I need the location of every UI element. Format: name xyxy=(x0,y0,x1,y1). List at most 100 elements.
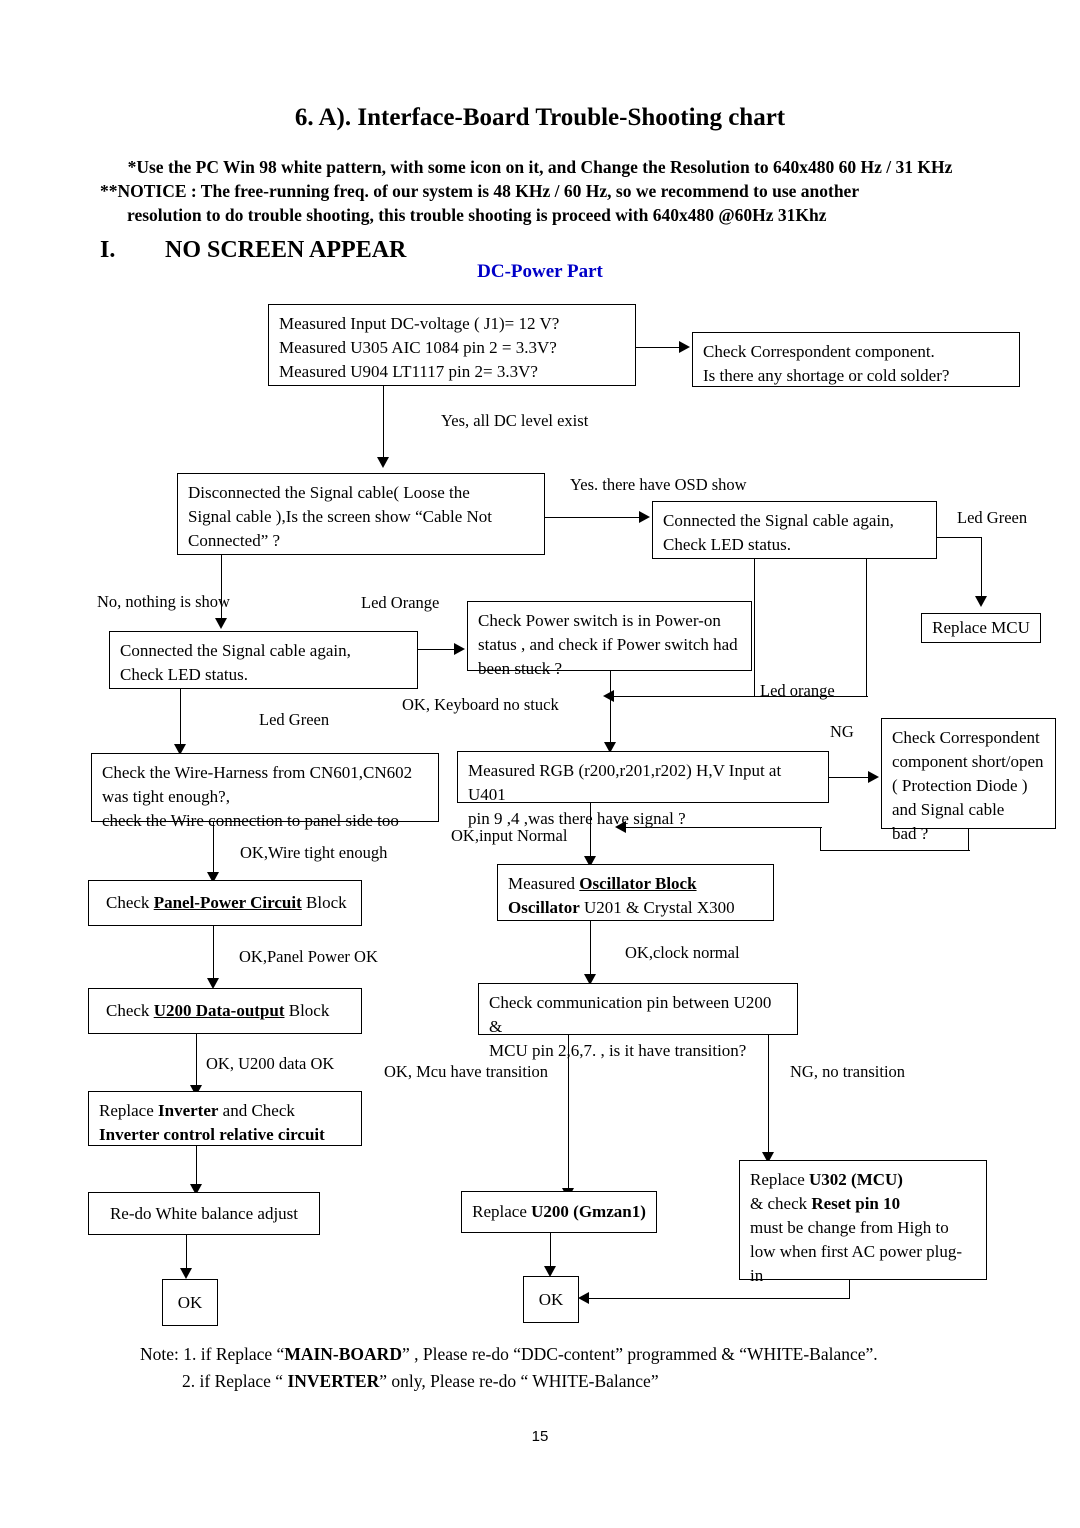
measured-input-line-2: Measured U305 AIC 1084 pin 2 = 3.3V? xyxy=(279,338,557,357)
replace-u302-line-4: low when first AC power plug- xyxy=(750,1242,963,1261)
label-ok-keyboard: OK, Keyboard no stuck xyxy=(402,695,559,714)
measured-input-line-3: Measured U904 LT1117 pin 2= 3.3V? xyxy=(279,362,538,381)
label-yes-osd: Yes. there have OSD show xyxy=(570,475,747,494)
replace-u302-line-2-prefix: & check xyxy=(750,1194,812,1213)
label-led-orange-top: Led Orange xyxy=(361,593,440,612)
connector-connect-right-to-mcu xyxy=(937,537,982,538)
box-check-power-switch: Check Power switch is in Power-on status… xyxy=(467,601,752,678)
box-replace-mcu: Replace MCU xyxy=(921,613,1041,643)
check-correspondent-line-2: Is there any shortage or cold solder? xyxy=(703,366,950,385)
connector-connect-left-to-wire xyxy=(180,689,181,749)
box-redo-white-balance: Re-do White balance adjust xyxy=(88,1192,320,1235)
arrow-input-to-correspondent xyxy=(679,341,690,353)
replace-u302-line-1-emphasis: U302 (MCU) xyxy=(809,1170,903,1189)
connect-again-left-line-1: Connected the Signal cable again, xyxy=(120,641,351,660)
check-panel-power-text: Check Panel-Power Circuit Block xyxy=(106,891,347,915)
label-ok-input-normal: OK,input Normal xyxy=(451,826,568,845)
check-u200-data-suffix: Block xyxy=(284,1001,330,1020)
replace-inverter-line-1-emphasis: Inverter xyxy=(158,1101,219,1120)
disconnect-signal-line-1: Disconnected the Signal cable( Loose the xyxy=(188,483,470,502)
check-u200-data-emphasis: U200 Data-output xyxy=(153,1001,285,1020)
arrow-white-balance-to-ok xyxy=(180,1268,192,1279)
replace-inverter-line-2-emphasis: Inverter control relative circuit xyxy=(99,1125,325,1144)
box-measured-oscillator: Measured Oscillator Block Oscillator U20… xyxy=(497,864,774,921)
replace-inverter-line-1-prefix: Replace xyxy=(99,1101,158,1120)
section-number: I. xyxy=(100,237,116,263)
footer-note-2c: ” only, Please re-do “ WHITE-Balance” xyxy=(379,1371,659,1391)
label-ok-u200-data: OK, U200 data OK xyxy=(206,1054,335,1073)
connector-disconnect-to-connect-right xyxy=(545,517,640,518)
ok-left-label: OK xyxy=(177,1292,203,1312)
check-correspondent-short-line-3: ( Protection Diode ) xyxy=(892,776,1028,795)
connector-connect-right-to-mcu-down xyxy=(981,537,982,601)
footer-note-1c: ” , Please re-do “DDC-content” programme… xyxy=(401,1344,878,1364)
disconnect-signal-line-3: Connected” ? xyxy=(188,531,281,550)
measured-oscillator-line-1: Measured Oscillator Block xyxy=(508,872,764,896)
label-ok-clock-normal: OK,clock normal xyxy=(625,943,740,962)
connector-input-to-correspondent xyxy=(636,347,680,348)
box-measured-rgb: Measured RGB (r200,r201,r202) H,V Input … xyxy=(457,751,829,828)
footer-note-line-1: Note: 1. if Replace “MAIN-BOARD” , Pleas… xyxy=(140,1344,878,1364)
label-led-green-right: Led Green xyxy=(957,508,1028,527)
footer-note-2a: 2. if Replace “ xyxy=(182,1371,288,1391)
box-replace-u200: Replace U200 (Gmzan1) xyxy=(461,1191,657,1233)
subsection-heading-label: DC-Power Part xyxy=(477,261,603,282)
check-wire-harness-line-1: Check the Wire-Harness from CN601,CN602 xyxy=(102,763,413,782)
check-correspondent-short-line-5: bad ? xyxy=(892,824,929,843)
box-disconnect-signal: Disconnected the Signal cable( Loose the… xyxy=(177,473,545,555)
measured-input-line-1: Measured Input DC-voltage ( J1)= 12 V? xyxy=(279,314,560,333)
check-panel-power-emphasis: Panel-Power Circuit xyxy=(153,893,302,912)
measured-oscillator-line-2-emphasis: Oscillator xyxy=(508,898,580,917)
replace-u302-line-1-prefix: Replace xyxy=(750,1170,809,1189)
connector-rgb-to-correspondent-short xyxy=(829,777,869,778)
label-no-nothing: No, nothing is show xyxy=(97,592,230,611)
connector-power-switch-to-rgb xyxy=(610,671,611,747)
arrow-disconnect-to-connect-right xyxy=(639,511,650,523)
box-check-correspondent-short: Check Correspondent component short/open… xyxy=(881,718,1056,843)
check-communication-line-1: Check communication pin between U200 & xyxy=(489,993,772,1036)
document-page: 6. A). Interface-Board Trouble-Shooting … xyxy=(0,0,1080,1528)
connect-again-right-line-1: Connected the Signal cable again, xyxy=(663,511,894,530)
replace-inverter-line-1: Replace Inverter and Check xyxy=(99,1099,352,1123)
check-power-switch-line-1: Check Power switch is in Power-on xyxy=(478,611,721,630)
box-replace-u302: Replace U302 (MCU) & check Reset pin 10 … xyxy=(739,1160,987,1285)
check-correspondent-short-line-4: and Signal cable xyxy=(892,800,1005,819)
label-ok-panel-power: OK,Panel Power OK xyxy=(239,947,378,966)
connector-connect-left-to-power-switch xyxy=(418,649,455,650)
box-ok-left: OK xyxy=(162,1279,218,1326)
box-connect-again-right: Connected the Signal cable again, Check … xyxy=(652,501,937,559)
section-title: NO SCREEN APPEAR xyxy=(165,237,407,263)
replace-u302-line-2: & check Reset pin 10 xyxy=(750,1192,977,1216)
arrow-u302-to-ok xyxy=(578,1292,589,1304)
measured-oscillator-line-2-suffix: U201 & Crystal X300 xyxy=(579,898,735,917)
box-check-panel-power: Check Panel-Power Circuit Block xyxy=(88,880,362,926)
notice-block: *Use the PC Win 98 white pattern, with s… xyxy=(100,155,980,227)
connector-disconnect-to-connect-left xyxy=(221,555,222,623)
box-check-wire-harness: Check the Wire-Harness from CN601,CN602 … xyxy=(91,753,439,830)
notice-line-2: **NOTICE : The free-running freq. of our… xyxy=(100,181,860,201)
notice-line-3: resolution to do trouble shooting, this … xyxy=(127,205,827,225)
connector-correspondent-short-left-1 xyxy=(820,850,970,851)
check-power-switch-line-3: been stuck ? xyxy=(478,659,563,678)
connect-again-left-line-2: Check LED status. xyxy=(120,665,248,684)
label-ng-right: NG xyxy=(830,722,854,741)
check-u200-data-prefix: Check xyxy=(106,1001,154,1020)
arrow-led-orange-return xyxy=(603,690,614,702)
replace-u200-emphasis: U200 (Gmzan1) xyxy=(531,1202,646,1221)
check-communication-line-2: MCU pin 2,6,7. , is it have transition? xyxy=(489,1041,747,1060)
box-check-communication: Check communication pin between U200 & M… xyxy=(478,983,798,1060)
measured-oscillator-line-2: Oscillator U201 & Crystal X300 xyxy=(508,896,764,920)
check-correspondent-short-line-2: component short/open xyxy=(892,752,1044,771)
replace-u302-line-2-emphasis: Reset pin 10 xyxy=(811,1194,901,1213)
check-wire-harness-line-3: check the Wire connection to panel side … xyxy=(102,811,399,830)
box-measured-input: Measured Input DC-voltage ( J1)= 12 V? M… xyxy=(268,304,636,386)
connector-input-to-disconnect xyxy=(383,386,384,462)
check-correspondent-short-line-1: Check Correspondent xyxy=(892,728,1040,747)
footer-note-2b: INVERTER xyxy=(287,1371,380,1391)
check-correspondent-line-1: Check Correspondent component. xyxy=(703,342,935,361)
replace-u302-line-3: must be change from High to xyxy=(750,1218,949,1237)
measured-oscillator-line-1-prefix: Measured xyxy=(508,874,580,893)
connector-u302-to-ok-left xyxy=(586,1298,850,1299)
connector-connect-right-down xyxy=(754,559,755,697)
arrow-connect-right-to-mcu xyxy=(975,596,987,607)
